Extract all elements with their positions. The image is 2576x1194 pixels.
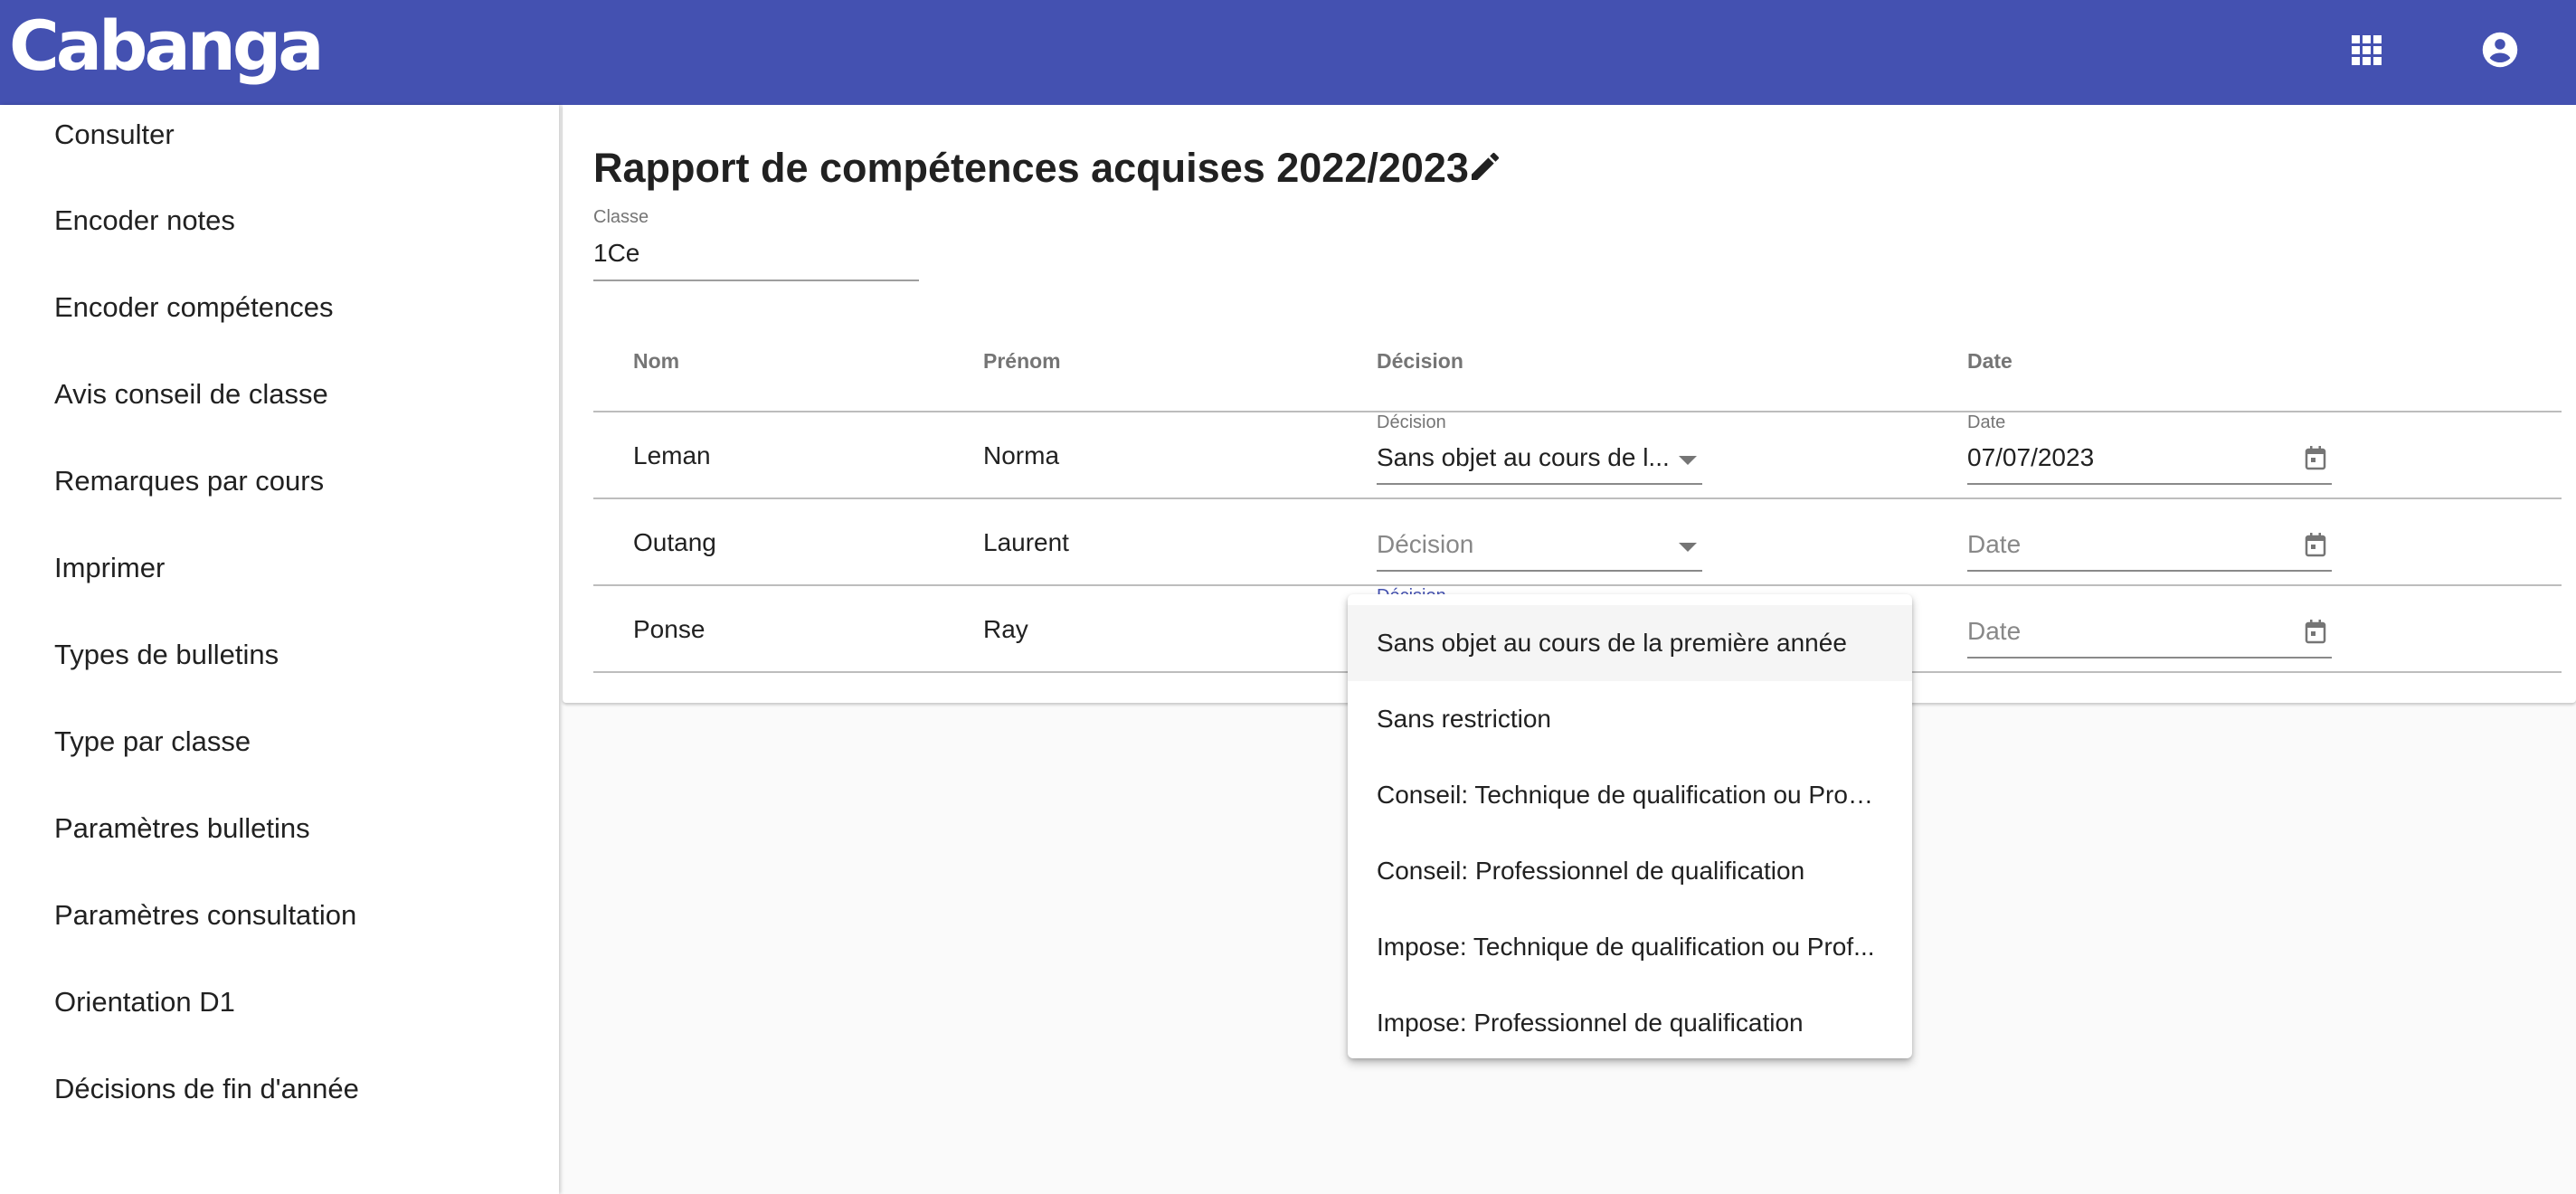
sidebar-item-encoder-notes[interactable]: Encoder notes — [0, 177, 559, 264]
date-placeholder[interactable]: Date — [1967, 530, 2021, 559]
classe-label: Classe — [593, 207, 649, 227]
decision-value[interactable]: Sans objet au cours de l... — [1377, 443, 1670, 472]
account-circle-icon[interactable] — [2481, 31, 2519, 69]
cell-prenom: Ray — [983, 615, 1028, 643]
decision-underline — [1377, 483, 1702, 485]
sidebar-item-decisions-fin-annee[interactable]: Décisions de fin d'année — [0, 1046, 559, 1132]
cell-prenom: Laurent — [983, 528, 1069, 556]
column-header-date[interactable]: Date — [1967, 349, 2012, 374]
option-label: Conseil: Technique de qualification ou P… — [1377, 781, 1876, 809]
dropdown-option[interactable]: Conseil: Technique de qualification ou P… — [1348, 757, 1912, 833]
sidebar-item-parametres-bulletins[interactable]: Paramètres bulletins — [0, 785, 559, 872]
sidebar-item-consulter[interactable]: Consulter — [0, 105, 559, 178]
dropdown-option[interactable]: Conseil: Professionnel de qualification — [1348, 833, 1912, 909]
apps-grid-icon[interactable] — [2352, 35, 2382, 66]
column-header-nom[interactable]: Nom — [633, 349, 679, 374]
page-title: Rapport de compétences acquises 2022/202… — [593, 145, 1469, 191]
sidebar-item-type-par-classe[interactable]: Type par classe — [0, 698, 559, 785]
calendar-icon[interactable] — [2305, 532, 2326, 557]
row-divider — [593, 498, 2562, 499]
cell-nom: Outang — [633, 528, 716, 556]
sidebar-item-avis-conseil[interactable]: Avis conseil de classe — [0, 351, 559, 438]
calendar-icon[interactable] — [2305, 619, 2326, 644]
decision-label: Décision — [1377, 412, 1446, 432]
decision-placeholder[interactable]: Décision — [1377, 530, 1473, 559]
cell-prenom: Norma — [983, 441, 1060, 469]
cell-nom: Ponse — [633, 615, 706, 643]
decision-underline — [1377, 570, 1702, 572]
column-header-prenom[interactable]: Prénom — [983, 349, 1061, 374]
dropdown-arrow-icon[interactable] — [1679, 543, 1697, 552]
classe-underline — [593, 280, 919, 281]
option-label: Sans restriction — [1377, 705, 1551, 733]
date-placeholder[interactable]: Date — [1967, 617, 2021, 646]
app-bar: Cabanga — [0, 0, 2576, 105]
header-divider — [593, 411, 2562, 412]
date-value[interactable]: 07/07/2023 — [1967, 443, 2094, 472]
sidebar-nav: Consulter Encoder notes Encoder compéten… — [0, 105, 559, 1194]
row-divider — [593, 584, 2562, 586]
app-logo[interactable]: Cabanga — [9, 5, 325, 86]
sidebar-item-imprimer[interactable]: Imprimer — [0, 525, 559, 611]
option-label: Impose: Professionnel de qualification — [1377, 1009, 1804, 1037]
date-underline — [1967, 657, 2332, 659]
date-label: Date — [1967, 412, 2006, 432]
option-label: Impose: Technique de qualification ou Pr… — [1377, 933, 1875, 961]
pencil-icon[interactable] — [1467, 148, 1503, 185]
column-header-decision[interactable]: Décision — [1377, 349, 1463, 374]
dropdown-option[interactable]: Sans objet au cours de la première année — [1348, 605, 1912, 681]
sidebar-item-types-bulletins[interactable]: Types de bulletins — [0, 611, 559, 698]
dropdown-option[interactable]: Impose: Technique de qualification ou Pr… — [1348, 909, 1912, 985]
option-label: Sans objet au cours de la première année — [1377, 629, 1847, 657]
option-label: Conseil: Professionnel de qualification — [1377, 857, 1805, 885]
dropdown-option[interactable]: Sans restriction — [1348, 681, 1912, 757]
sidebar-item-remarques[interactable]: Remarques par cours — [0, 438, 559, 525]
cell-nom: Leman — [633, 441, 711, 469]
date-underline — [1967, 483, 2332, 485]
date-underline — [1967, 570, 2332, 572]
sidebar-item-encoder-competences[interactable]: Encoder compétences — [0, 264, 559, 351]
calendar-icon[interactable] — [2305, 445, 2326, 470]
sidebar-item-orientation-d1[interactable]: Orientation D1 — [0, 959, 559, 1046]
dropdown-arrow-icon[interactable] — [1679, 456, 1697, 465]
decision-dropdown-menu: Sans objet au cours de la première année… — [1348, 594, 1912, 1058]
classe-value[interactable]: 1Ce — [593, 239, 639, 268]
dropdown-option[interactable]: Impose: Professionnel de qualification — [1348, 985, 1912, 1061]
sidebar-item-parametres-consultation[interactable]: Paramètres consultation — [0, 872, 559, 959]
